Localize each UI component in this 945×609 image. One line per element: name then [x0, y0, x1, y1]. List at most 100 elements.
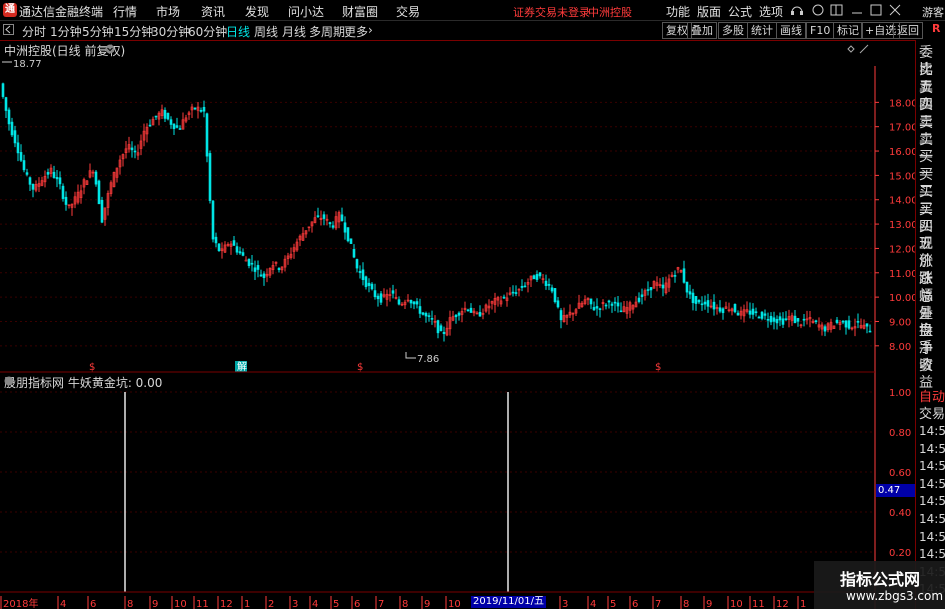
date-tick-label: 3 [562, 599, 568, 609]
candle-body [559, 310, 563, 321]
chevron-right-icon[interactable]: › [368, 23, 373, 37]
chevron-left-icon[interactable] [3, 24, 15, 36]
chart-toolbox[interactable] [846, 44, 874, 54]
close-icon[interactable] [889, 4, 901, 16]
candle-body [241, 252, 245, 256]
menu-trade[interactable]: 交易 [396, 3, 420, 20]
period-daily[interactable]: 日线 [226, 23, 250, 40]
price-tick-label: 18.00 [889, 98, 915, 109]
user-label[interactable]: 游客 [922, 4, 944, 20]
candle-body [619, 310, 623, 313]
candle-body [754, 311, 758, 314]
candle-body [55, 177, 59, 180]
period-15min[interactable]: 15分钟 [114, 23, 153, 40]
period-weekly[interactable]: 周线 [254, 23, 278, 40]
indicator-axis: 1.00 0.80 0.60 0.40 0.20 [889, 388, 911, 559]
menu-ask[interactable]: 问小达 [288, 3, 324, 20]
kline-chart[interactable]: 18.0017.0016.0015.0014.0013.0012.0011.00… [0, 40, 915, 609]
period-intraday[interactable]: 分时 [22, 23, 46, 40]
headset-icon[interactable] [791, 6, 803, 15]
event-marker[interactable]: $ [655, 362, 661, 373]
menu-wealth[interactable]: 财富圈 [342, 3, 378, 20]
candle-body [16, 142, 20, 154]
candle-body [721, 308, 725, 314]
menu-market[interactable]: 市场 [156, 3, 180, 20]
dropdown-icon[interactable] [105, 44, 115, 54]
candle-body [688, 291, 692, 295]
indicator-dropdown-icon[interactable] [4, 376, 14, 386]
candle-body [595, 306, 599, 309]
date-tick-label: 5 [610, 599, 616, 609]
candle-body [457, 312, 461, 316]
candle-body [613, 301, 617, 304]
candle-body [718, 307, 722, 312]
btn-draw[interactable]: 画线 [776, 22, 806, 39]
period-60min[interactable]: 60分钟 [188, 23, 227, 40]
candle-body [397, 299, 401, 305]
menu-formula[interactable]: 公式 [728, 3, 752, 20]
period-more[interactable]: 更多 [344, 23, 368, 40]
candle-body [865, 323, 869, 327]
candle-body [391, 290, 395, 294]
event-marker[interactable]: 解 [237, 360, 247, 373]
candle-body [589, 298, 593, 305]
candle-body [547, 283, 551, 286]
candle-body [793, 315, 797, 324]
candle-body [340, 214, 344, 222]
menu-layout[interactable]: 版面 [697, 3, 721, 20]
price-tick-label: 9.00 [889, 317, 911, 328]
trade-label[interactable]: 交易 [919, 403, 945, 422]
date-tick-label: 2018年 [3, 597, 38, 609]
candle-body [556, 300, 560, 308]
period-1min[interactable]: 1分钟 [50, 23, 82, 40]
candle-body [169, 119, 173, 125]
date-tick-label: 9 [706, 599, 712, 609]
candle-body [373, 290, 377, 298]
theme-icon[interactable] [812, 4, 824, 16]
btn-f10[interactable]: F10 [806, 22, 835, 39]
candle-body [238, 251, 242, 254]
btn-overlay[interactable]: 叠加 [687, 22, 717, 39]
menu-discover[interactable]: 发现 [245, 3, 269, 20]
menu-news[interactable]: 资讯 [201, 3, 225, 20]
btn-back[interactable]: 返回 [893, 22, 923, 39]
candles [1, 82, 872, 342]
period-5min[interactable]: 5分钟 [82, 23, 114, 40]
menu-function[interactable]: 功能 [666, 3, 690, 20]
date-tick-label: 10 [174, 599, 187, 609]
event-marker[interactable]: $ [89, 362, 95, 373]
candle-body [235, 246, 239, 253]
date-tick-label: 6 [90, 599, 96, 609]
candle-body [598, 308, 602, 310]
period-multi[interactable]: 多周期 [309, 23, 345, 40]
candle-body [427, 315, 431, 317]
btn-mark[interactable]: 标记 [833, 22, 863, 39]
candle-body [694, 296, 698, 304]
candle-body [97, 180, 101, 205]
event-marker[interactable]: $ [357, 362, 363, 373]
date-tick-label: 9 [424, 599, 430, 609]
menu-options[interactable]: 选项 [759, 3, 783, 20]
menu-quotes[interactable]: 行情 [113, 3, 137, 20]
candle-body [502, 296, 506, 299]
indicator-signals [0, 392, 875, 593]
candle-body [199, 109, 203, 112]
indicator-tick-label: 0.80 [889, 428, 911, 439]
maximize-icon[interactable] [870, 4, 882, 16]
candle-body [760, 311, 764, 319]
candle-body [550, 287, 554, 292]
candle-body [436, 320, 440, 334]
candle-body [430, 318, 434, 320]
candle-body [616, 302, 620, 307]
indicator-tick-label: 0.60 [889, 468, 911, 479]
high-annotation: 18.77 [2, 59, 42, 70]
btn-statistics[interactable]: 统计 [747, 22, 777, 39]
login-status[interactable]: 证券交易未登录 [513, 4, 590, 20]
candle-body [154, 115, 158, 118]
period-monthly[interactable]: 月线 [282, 23, 306, 40]
period-30min[interactable]: 30分钟 [151, 23, 190, 40]
date-tick-label: 9 [152, 599, 158, 609]
btn-multi-stock[interactable]: 多股 [718, 22, 748, 39]
sidebar-toggle-icon[interactable] [830, 4, 843, 16]
candle-body [172, 123, 176, 130]
